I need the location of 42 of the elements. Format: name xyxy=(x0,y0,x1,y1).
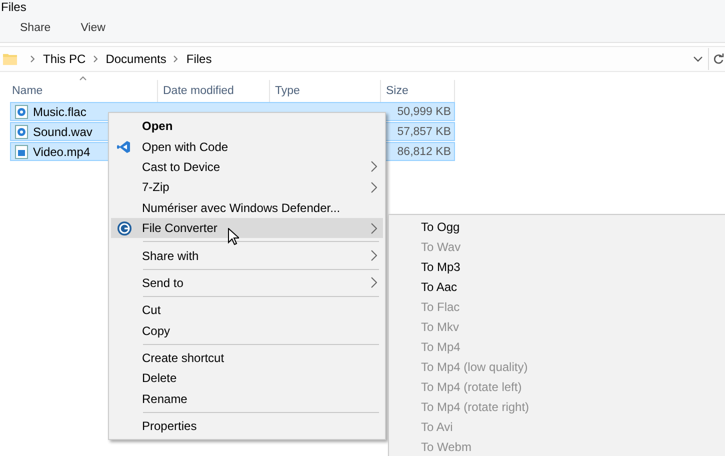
menu-item[interactable]: 7-Zip xyxy=(111,177,383,198)
menu-item[interactable]: Share with xyxy=(111,245,383,266)
submenu-item[interactable]: To Aac xyxy=(389,277,725,297)
menu-item[interactable]: Rename xyxy=(111,388,383,410)
menu-item[interactable]: Properties xyxy=(111,416,383,436)
ribbon-tab[interactable]: View xyxy=(68,17,118,39)
chevron-icon xyxy=(30,55,36,63)
menu-item[interactable]: Cut xyxy=(111,300,383,321)
file-name: Music.flac xyxy=(33,104,86,118)
breadcrumb[interactable]: Files xyxy=(186,52,212,66)
submenu-item[interactable]: To Mp3 xyxy=(389,257,725,277)
dropdown-icon[interactable] xyxy=(693,56,703,62)
file-size: 86,812 KB xyxy=(397,146,451,158)
sort-up-icon xyxy=(79,76,87,81)
menu-item[interactable]: Cast to Device xyxy=(111,156,383,178)
video-file-icon xyxy=(15,144,28,158)
breadcrumb[interactable]: Documents xyxy=(106,52,166,66)
menu-item[interactable]: Delete xyxy=(111,368,383,389)
file-size: 50,999 KB xyxy=(397,106,451,118)
menu-item[interactable]: Numériser avec Windows Defender... xyxy=(111,198,383,218)
file-size: 57,857 KB xyxy=(397,126,451,138)
breadcrumb[interactable]: This PC xyxy=(43,52,86,66)
file-name: Sound.wav xyxy=(33,124,92,138)
refresh-icon[interactable] xyxy=(713,53,724,65)
chevron-icon xyxy=(92,55,99,63)
menu-item[interactable]: Copy xyxy=(111,320,383,341)
address-bar[interactable]: This PC Documents Files xyxy=(0,48,709,70)
ribbon-tab[interactable]: Share xyxy=(8,17,63,39)
file-name: Video.mp4 xyxy=(33,144,90,158)
menu-item[interactable]: Create shortcut xyxy=(111,348,383,368)
menu-item[interactable]: Open with Code xyxy=(111,136,383,157)
menu-item[interactable]: Send to xyxy=(111,272,383,294)
chevron-icon xyxy=(173,55,180,63)
converter-icon xyxy=(117,220,132,236)
code-editor-icon xyxy=(117,140,131,154)
menu-item[interactable]: File Converter xyxy=(111,218,383,238)
window-title: Files xyxy=(1,1,26,13)
mouse-cursor-icon xyxy=(228,228,239,245)
audio-file-icon xyxy=(15,124,28,138)
audio-file-icon xyxy=(15,104,28,118)
submenu-item[interactable]: To Ogg xyxy=(389,217,725,237)
folder-icon xyxy=(3,52,17,66)
